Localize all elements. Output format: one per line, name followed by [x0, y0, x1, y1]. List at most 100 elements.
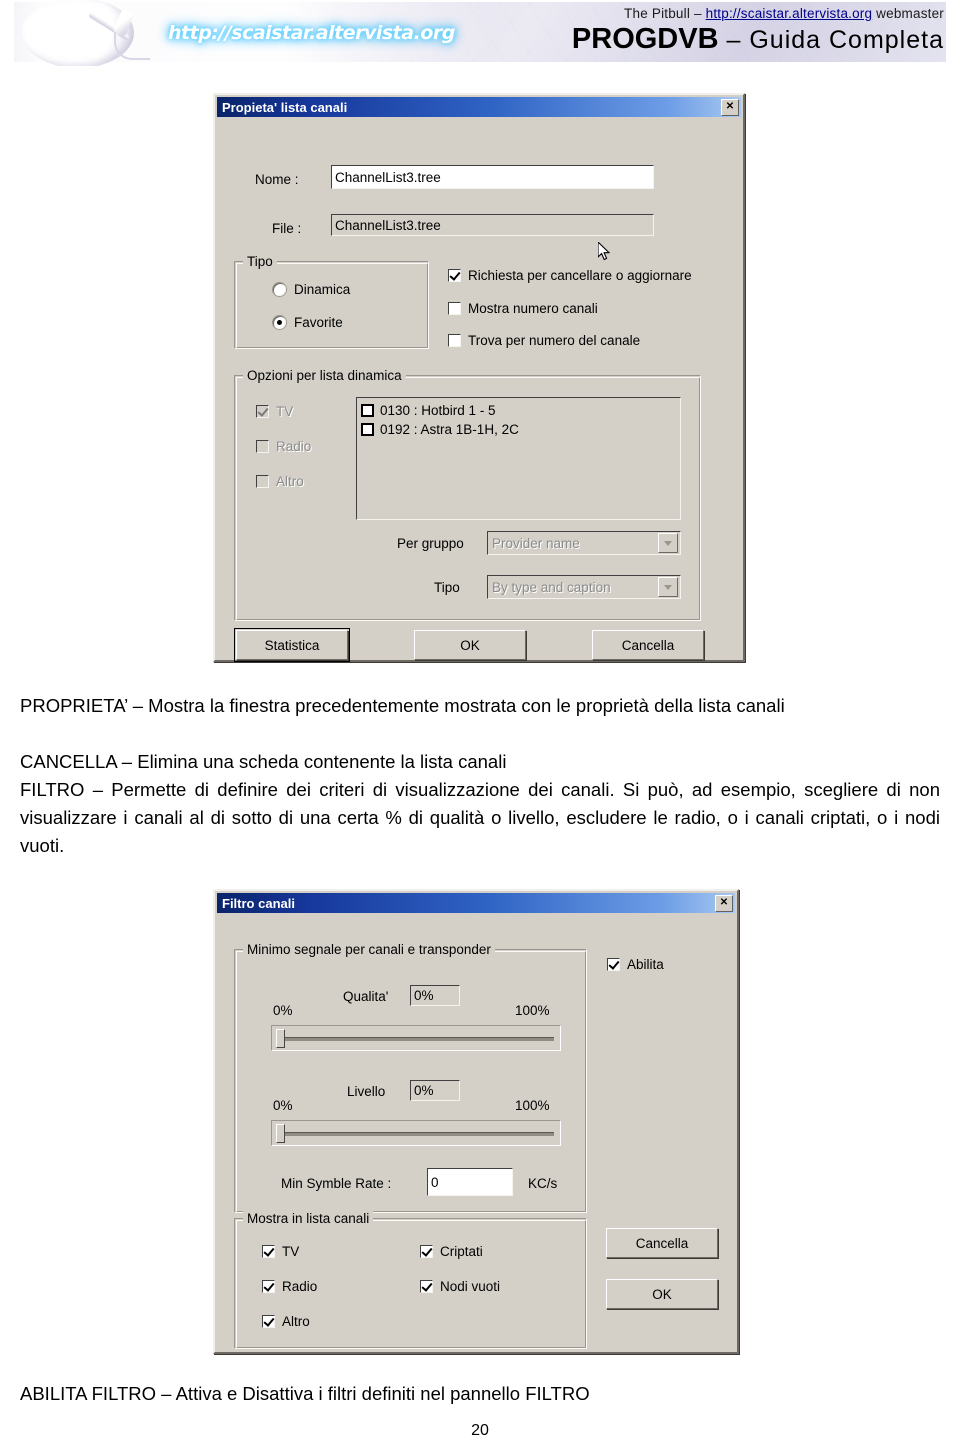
banner-text-block: The Pitbull – http://scaistar.altervista…: [514, 2, 944, 56]
checkbox-abilita-label: Abilita: [627, 957, 664, 972]
checkbox-dyn-radio-indicator: [256, 440, 269, 453]
mouse-cursor-icon: [598, 242, 611, 261]
tipo-group-title: Tipo: [243, 254, 277, 269]
cancella-button[interactable]: Cancella: [592, 630, 704, 660]
banner-neon-url: http://scaistar.altervista.org: [168, 22, 455, 44]
quality-max-label: 100%: [515, 1003, 550, 1018]
checkbox-dyn-altro[interactable]: Altro: [256, 474, 304, 489]
checkbox-show-radio[interactable]: Radio: [262, 1279, 317, 1294]
checkbox-dyn-altro-label: Altro: [276, 474, 304, 489]
checkbox-show-altro-label: Altro: [282, 1314, 310, 1329]
dialog2-title: Filtro canali: [222, 895, 295, 911]
abilita-filtro-description: ABILITA FILTRO – Attiva e Disattiva i fi…: [20, 1383, 590, 1404]
dialog1-title: Propieta' lista canali: [222, 99, 348, 115]
chevron-down-icon[interactable]: [658, 577, 678, 597]
checkbox-abilita-indicator: [607, 958, 620, 971]
quality-slider-thumb[interactable]: [276, 1029, 285, 1048]
symbol-rate-input[interactable]: 0: [427, 1168, 513, 1196]
checkbox-trova-per-numero[interactable]: Trova per numero del canale: [448, 333, 640, 348]
filter-ok-button[interactable]: OK: [606, 1279, 718, 1309]
banner-title-strong: PROGDVB: [571, 23, 719, 55]
level-value-field[interactable]: 0%: [410, 1080, 460, 1101]
filter-cancella-button[interactable]: Cancella: [606, 1228, 718, 1258]
dialog1-titlebar[interactable]: Propieta' lista canali ✕: [217, 97, 741, 117]
ok-button[interactable]: OK: [414, 630, 526, 660]
file-input[interactable]: ChannelList3.tree: [331, 214, 654, 236]
checkbox-show-radio-label: Radio: [282, 1279, 318, 1294]
name-input[interactable]: ChannelList3.tree: [331, 165, 654, 189]
checkbox-show-nodi-vuoti[interactable]: Nodi vuoti: [420, 1279, 500, 1294]
quality-value-field[interactable]: 0%: [410, 985, 460, 1006]
checkbox-show-altro[interactable]: Altro: [262, 1314, 310, 1329]
level-slider-thumb[interactable]: [276, 1124, 285, 1143]
page-header-banner: http://scaistar.altervista.org The Pitbu…: [0, 0, 960, 66]
checkbox-dyn-tv-label: TV: [276, 404, 294, 419]
paragraph-cancella: CANCELLA – Elimina una scheda contenente…: [20, 751, 507, 772]
checkbox-dyn-tv-indicator: [256, 405, 269, 418]
tipo-groupbox: Tipo: [234, 254, 429, 349]
radio-favorite[interactable]: Favorite: [273, 315, 343, 330]
checkbox-mostra-numero-canali[interactable]: Mostra numero canali: [448, 301, 598, 316]
transponder-listbox[interactable]: 0130 : Hotbird 1 - 5 0192 : Astra 1B-1H,…: [356, 397, 681, 520]
level-min-label: 0%: [273, 1098, 293, 1113]
checkbox-richiesta-indicator: [448, 269, 461, 282]
banner-title: PROGDVB – Guida Completa: [514, 23, 944, 56]
file-label: File :: [272, 221, 302, 236]
radio-dinamica-indicator: [273, 283, 286, 296]
symbol-rate-label: Min Symble Rate :: [281, 1176, 392, 1191]
checkbox-richiesta-label: Richiesta per cancellare o aggiornare: [468, 268, 692, 283]
tipo-combo-label: Tipo: [434, 580, 460, 595]
list-item-checkbox[interactable]: [361, 404, 374, 417]
checkbox-show-altro-indicator: [262, 1315, 275, 1328]
checkbox-show-tv-indicator: [262, 1245, 275, 1258]
list-item-label: 0192 : Astra 1B-1H, 2C: [380, 422, 519, 437]
per-gruppo-combo[interactable]: Provider name: [487, 531, 681, 555]
checkbox-dyn-radio-label: Radio: [276, 439, 312, 454]
checkbox-dyn-radio[interactable]: Radio: [256, 439, 311, 454]
quality-slider-track-line: [278, 1037, 554, 1041]
level-max-label: 100%: [515, 1098, 550, 1113]
list-item-checkbox[interactable]: [361, 423, 374, 436]
quality-label: Qualita': [343, 989, 389, 1004]
channel-list-properties-dialog[interactable]: Propieta' lista canali ✕ Nome : ChannelL…: [213, 93, 745, 662]
dialog2-titlebar[interactable]: Filtro canali ✕: [217, 893, 735, 913]
level-slider-track-line: [278, 1132, 554, 1136]
name-label: Nome :: [255, 172, 299, 187]
checkbox-show-nodi-indicator: [420, 1280, 433, 1293]
list-item-label: 0130 : Hotbird 1 - 5: [380, 403, 496, 418]
checkbox-mostra-numero-label: Mostra numero canali: [468, 301, 598, 316]
per-gruppo-label: Per gruppo: [397, 536, 464, 551]
checkbox-abilita[interactable]: Abilita: [607, 957, 664, 972]
checkbox-show-criptati-indicator: [420, 1245, 433, 1258]
chevron-down-icon[interactable]: [658, 533, 678, 553]
checkbox-show-tv-label: TV: [282, 1244, 300, 1259]
level-slider[interactable]: [271, 1120, 561, 1146]
statistica-button[interactable]: Statistica: [234, 628, 350, 662]
checkbox-dyn-altro-indicator: [256, 475, 269, 488]
radio-favorite-label: Favorite: [294, 315, 343, 330]
checkbox-trova-label: Trova per numero del canale: [468, 333, 641, 348]
symbol-rate-unit: KC/s: [528, 1176, 558, 1191]
tipo-combo[interactable]: By type and caption: [487, 575, 681, 599]
quality-min-label: 0%: [273, 1003, 293, 1018]
checkbox-dyn-tv[interactable]: TV: [256, 404, 293, 419]
radio-dinamica[interactable]: Dinamica: [273, 282, 350, 297]
checkbox-richiesta-cancellare[interactable]: Richiesta per cancellare o aggiornare: [448, 268, 692, 283]
banner-byline: The Pitbull – http://scaistar.altervista…: [514, 6, 944, 21]
banner-byline-link[interactable]: http://scaistar.altervista.org: [706, 6, 873, 21]
channel-filter-dialog[interactable]: Filtro canali ✕ Abilita Minimo segnale p…: [213, 889, 739, 1354]
checkbox-show-tv[interactable]: TV: [262, 1244, 299, 1259]
banner-byline-prefix: The Pitbull –: [624, 6, 706, 21]
paragraph-proprieta: PROPRIETA’ – Mostra la finestra preceden…: [20, 695, 785, 716]
quality-slider[interactable]: [271, 1025, 561, 1051]
list-item[interactable]: 0130 : Hotbird 1 - 5: [361, 401, 680, 420]
checkbox-mostra-numero-indicator: [448, 302, 461, 315]
checkbox-show-radio-indicator: [262, 1280, 275, 1293]
satellite-dish-image: [22, 0, 182, 66]
radio-favorite-indicator: [273, 316, 286, 329]
checkbox-show-criptati[interactable]: Criptati: [420, 1244, 483, 1259]
list-item[interactable]: 0192 : Astra 1B-1H, 2C: [361, 420, 680, 439]
close-icon[interactable]: ✕: [721, 98, 739, 116]
level-label: Livello: [347, 1084, 386, 1099]
close-icon[interactable]: ✕: [715, 894, 733, 912]
